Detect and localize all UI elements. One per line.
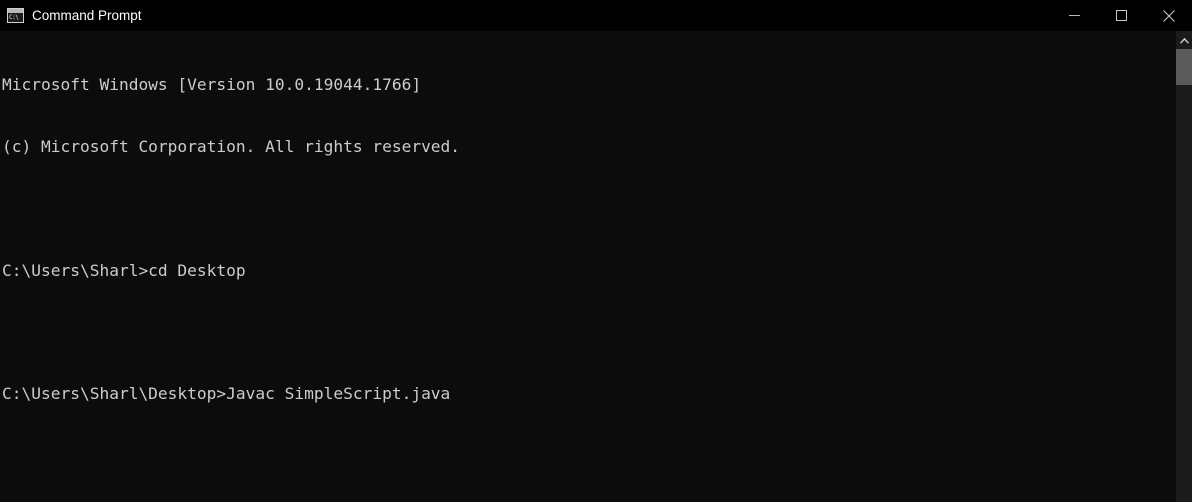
command-prompt-icon: C:\ bbox=[7, 8, 24, 23]
maximize-button[interactable] bbox=[1098, 0, 1145, 31]
close-button[interactable] bbox=[1145, 0, 1192, 31]
maximize-icon bbox=[1116, 10, 1127, 21]
console-text: Microsoft Windows [Version 10.0.19044.17… bbox=[0, 34, 1176, 502]
minimize-icon bbox=[1069, 15, 1080, 16]
command-prompt-window: C:\ Command Prompt Microsoft Windows [Ve… bbox=[0, 0, 1192, 502]
console-line: Microsoft Windows [Version 10.0.19044.17… bbox=[2, 75, 422, 95]
title-bar[interactable]: C:\ Command Prompt bbox=[0, 0, 1192, 31]
minimize-button[interactable] bbox=[1051, 0, 1098, 31]
console-output-area[interactable]: Microsoft Windows [Version 10.0.19044.17… bbox=[0, 31, 1176, 502]
icon-prompt-glyph: C:\ bbox=[9, 14, 19, 21]
title-bar-left: C:\ Command Prompt bbox=[0, 0, 1051, 31]
console-line: C:\Users\Sharl\Desktop>Javac SimpleScrip… bbox=[2, 384, 451, 404]
console-line: (c) Microsoft Corporation. All rights re… bbox=[2, 136, 461, 156]
scroll-up-button[interactable] bbox=[1176, 33, 1192, 49]
window-title: Command Prompt bbox=[32, 8, 142, 23]
close-icon bbox=[1162, 9, 1175, 22]
scrollbar-thumb[interactable] bbox=[1176, 49, 1192, 85]
vertical-scrollbar[interactable] bbox=[1176, 31, 1192, 502]
chevron-up-icon bbox=[1179, 38, 1189, 44]
scrollbar-track[interactable] bbox=[1176, 49, 1192, 502]
console-line: C:\Users\Sharl>cd Desktop bbox=[2, 260, 246, 280]
